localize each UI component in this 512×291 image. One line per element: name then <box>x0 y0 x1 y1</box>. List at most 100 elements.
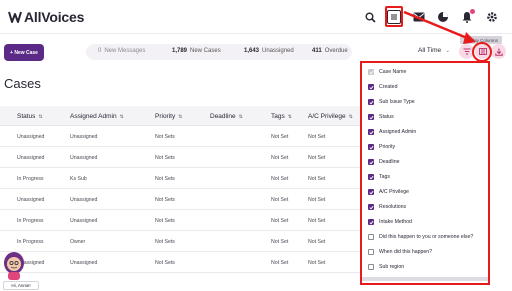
cell-status: In Progress <box>17 239 44 245</box>
cell-ac-privilege: Not Set <box>308 197 326 203</box>
checkbox[interactable] <box>368 84 374 90</box>
logo-mark-icon <box>8 11 22 23</box>
cell-ac-privilege: Not Set <box>308 239 326 245</box>
column-option-sub-region[interactable]: Sub region <box>368 262 404 272</box>
column-option-label: Status <box>379 114 394 120</box>
column-option-label: Case Name <box>379 69 407 75</box>
column-option-label: Created <box>379 84 398 90</box>
column-option-sub-issue-type[interactable]: Sub Issue Type <box>368 97 415 107</box>
table-row[interactable]: Unassigned Unassigned Not Sets Not Set N… <box>0 252 360 273</box>
checkbox[interactable] <box>368 234 374 240</box>
table-row[interactable]: In Progress Unassigned Not Sets Not Set … <box>0 210 360 231</box>
checkbox[interactable] <box>368 159 374 165</box>
column-option-label: Deadline <box>379 159 400 165</box>
annotation-highlight-box <box>385 6 403 27</box>
cell-tags: Not Set <box>271 176 289 182</box>
column-option-deadline[interactable]: Deadline <box>368 157 399 167</box>
sort-icon[interactable]: ⇅ <box>288 114 292 120</box>
column-option-label: When did this happen? <box>379 249 433 255</box>
cell-priority: Not Sets <box>155 134 175 140</box>
checkbox[interactable] <box>368 249 374 255</box>
column-header-tags[interactable]: Tags ⇅ <box>271 113 292 120</box>
search-icon[interactable] <box>362 9 378 25</box>
annotation-arrow-icon <box>403 10 476 44</box>
column-option-when-did-this-happen[interactable]: When did this happen? <box>368 247 432 257</box>
table-header: Status ⇅ Assigned Admin ⇅ Priority ⇅ Deadli… <box>0 106 360 126</box>
cell-priority: Not Sets <box>155 197 175 203</box>
sort-icon[interactable]: ⇅ <box>349 114 353 120</box>
sort-icon[interactable]: ⇅ <box>38 114 42 120</box>
column-header-assigned-admin[interactable]: Assigned Admin ⇅ <box>70 113 124 120</box>
logo-text: AllVoices <box>24 9 85 25</box>
column-option-label: Assigned Admin <box>379 129 417 135</box>
checkbox[interactable] <box>368 174 374 180</box>
column-option-label: Tags <box>379 174 390 180</box>
column-header-status[interactable]: Status ⇅ <box>17 113 43 120</box>
stat-unassigned[interactable]: 1,643 Unassigned <box>244 48 294 54</box>
cell-ac-privilege: Not Set <box>308 260 326 266</box>
cell-assigned-admin: Unassigned <box>70 260 98 266</box>
column-header-ac-privilege[interactable]: A/C Privilege ⇅ <box>308 113 353 120</box>
cell-ac-privilege: Not Set <box>308 176 326 182</box>
column-header-deadline[interactable]: Deadline ⇅ <box>210 113 243 120</box>
sort-icon[interactable]: ⇅ <box>239 114 243 120</box>
checkbox[interactable] <box>368 189 374 195</box>
checkbox[interactable] <box>368 129 374 135</box>
panel-scrollbar[interactable] <box>362 277 488 281</box>
column-option-label: Priority <box>379 144 396 150</box>
checkbox[interactable] <box>368 144 374 150</box>
checkbox[interactable] <box>368 204 374 210</box>
cell-assigned-admin: Ks Sub <box>70 176 87 182</box>
settings-gear-icon[interactable] <box>484 9 500 25</box>
assistant-avatar[interactable] <box>0 250 28 280</box>
column-option-label: Did this happen to you or someone else? <box>379 234 474 240</box>
cell-status: Unassigned <box>17 134 45 140</box>
allvoices-logo[interactable]: AllVoices <box>8 9 84 25</box>
column-option-intake-method[interactable]: Intake Method <box>368 217 412 227</box>
greeting-badge[interactable]: Hi, Annie! <box>3 281 39 290</box>
cell-assigned-admin: Unassigned <box>70 218 98 224</box>
column-option-assigned-admin[interactable]: Assigned Admin <box>368 127 416 137</box>
sort-icon[interactable]: ⇅ <box>120 114 124 120</box>
checkbox[interactable] <box>368 264 374 270</box>
cell-assigned-admin: Owner <box>70 239 86 245</box>
column-option-label: Sub Issue Type <box>379 99 415 105</box>
sort-icon[interactable]: ⇅ <box>178 114 182 120</box>
stat-new-cases[interactable]: 1,789 New Cases <box>172 48 221 54</box>
column-option-tags[interactable]: Tags <box>368 172 390 182</box>
column-option-status[interactable]: Status <box>368 112 394 122</box>
column-option-ac-privilege[interactable]: A/C Privilege <box>368 187 409 197</box>
column-option-case-name[interactable]: Case Name <box>368 67 406 77</box>
download-button[interactable] <box>491 44 506 59</box>
case-stats-summary: 0 New Messages 1,789 New Cases 1,643 Unassi… <box>86 44 352 60</box>
checkbox[interactable] <box>368 99 374 105</box>
table-row[interactable]: In Progress Owner Not Sets Not Set Not S… <box>0 231 360 252</box>
column-option-created[interactable]: Created <box>368 82 397 92</box>
table-row[interactable]: Unassigned Unassigned Not Sets Not Set N… <box>0 189 360 210</box>
checkbox[interactable] <box>368 69 374 75</box>
cell-priority: Not Sets <box>155 176 175 182</box>
checkbox[interactable] <box>368 114 374 120</box>
column-option-resolutions[interactable]: Resolutions <box>368 202 406 212</box>
checkbox[interactable] <box>368 219 374 225</box>
new-case-button[interactable]: + New Case <box>4 44 44 61</box>
table-row[interactable]: In Progress Ks Sub Not Sets Not Set Not … <box>0 168 360 189</box>
cell-status: In Progress <box>17 218 44 224</box>
page-title: Cases <box>4 76 41 91</box>
cell-status: Unassigned <box>17 197 45 203</box>
table-row[interactable]: Unassigned Unassigned Not Sets Not Set N… <box>0 126 360 147</box>
stat-new-messages[interactable]: 0 New Messages <box>98 48 145 54</box>
cell-assigned-admin: Unassigned <box>70 134 98 140</box>
stat-overdue[interactable]: 411 Overdue <box>312 48 348 54</box>
cell-ac-privilege: Not Set <box>308 155 326 161</box>
table-row[interactable]: Unassigned Unassigned Not Sets Not Set N… <box>0 147 360 168</box>
column-header-priority[interactable]: Priority ⇅ <box>155 113 182 120</box>
cell-tags: Not Set <box>271 134 289 140</box>
cell-priority: Not Sets <box>155 218 175 224</box>
cell-priority: Not Sets <box>155 239 175 245</box>
cell-ac-privilege: Not Set <box>308 218 326 224</box>
column-option-did-this-happen[interactable]: Did this happen to you or someone else? <box>368 232 473 242</box>
column-option-label: Intake Method <box>379 219 412 225</box>
cell-tags: Not Set <box>271 197 289 203</box>
column-option-priority[interactable]: Priority <box>368 142 395 152</box>
